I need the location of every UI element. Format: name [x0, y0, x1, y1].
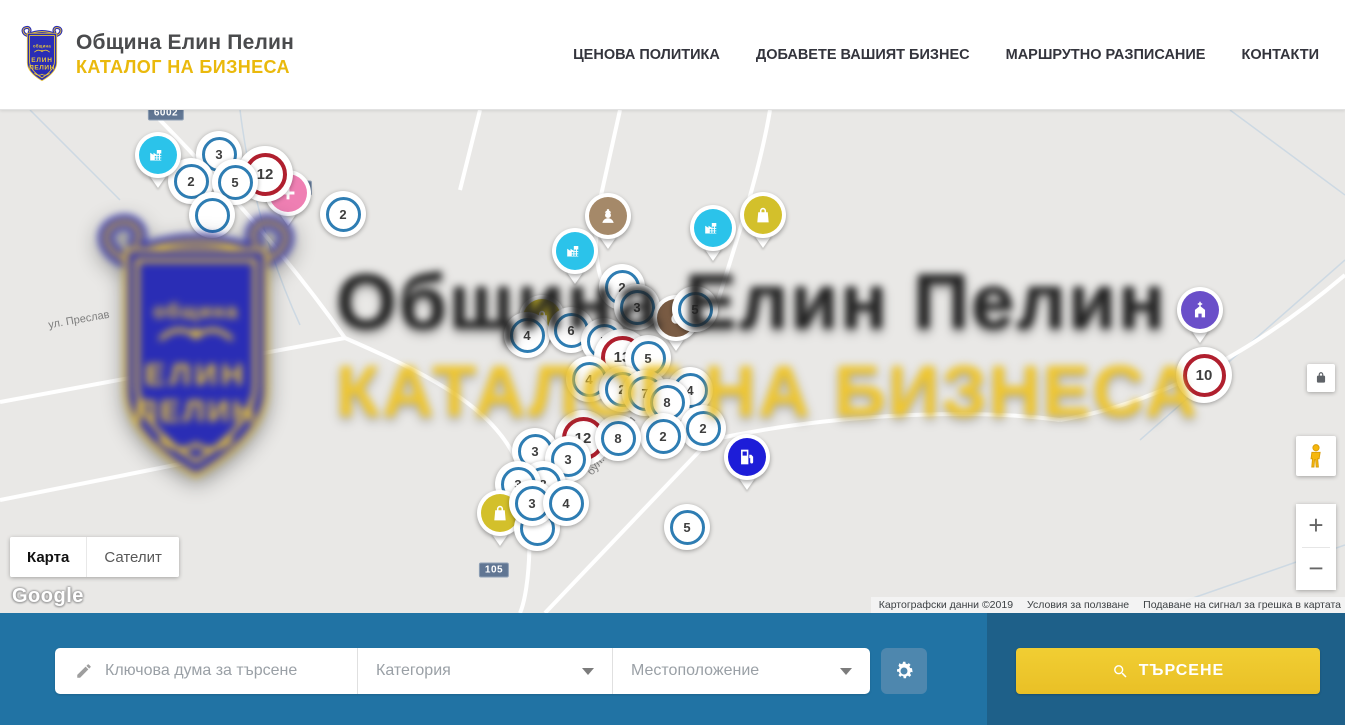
nav-item-1[interactable]: ДОБАВЕТЕ ВАШИЯТ БИЗНЕС	[756, 47, 970, 63]
map-markers: 3 12 2 5 2	[0, 110, 1345, 613]
page: Община Елин Пелин КАТАЛОГ НА БИЗНЕСА ЦЕН…	[0, 0, 1345, 725]
cluster-count: 6	[567, 323, 574, 338]
search-icon	[1112, 663, 1129, 680]
cluster-marker[interactable]	[189, 192, 235, 238]
cluster-marker[interactable]: 2	[640, 413, 686, 459]
google-logo[interactable]: Google	[12, 585, 84, 608]
zoom-in-button[interactable]: +	[1296, 504, 1336, 547]
lock-icon	[1314, 371, 1328, 385]
construction-worker-icon	[597, 205, 619, 227]
factory-icon	[702, 217, 724, 239]
church-icon	[1189, 299, 1211, 321]
cluster-count: 2	[339, 207, 346, 222]
map-attribution: Картографски данни ©2019 Условия за ползв…	[871, 597, 1345, 613]
attribution-link-2[interactable]: Подаване на сигнал за грешка в картата	[1143, 599, 1341, 611]
cluster-count: 5	[231, 175, 238, 190]
cluster-count: 4	[585, 372, 592, 387]
zoom-control: + −	[1296, 504, 1336, 590]
fuel-pump-icon	[736, 446, 758, 468]
search-button-label: ТЪРСЕНЕ	[1139, 662, 1224, 680]
cluster-marker[interactable]: 4	[543, 480, 589, 526]
cluster-marker[interactable]: 5	[672, 286, 718, 332]
lock-button[interactable]	[1307, 364, 1335, 392]
pegman-icon	[1305, 443, 1327, 469]
factory-pin-marker[interactable]	[690, 205, 736, 251]
cluster-marker[interactable]: 5	[664, 504, 710, 550]
factory-pin-marker[interactable]	[135, 132, 181, 178]
location-select[interactable]: Местоположение	[612, 648, 870, 694]
category-select[interactable]: Категория	[357, 648, 612, 694]
cluster-count: 3	[531, 444, 538, 459]
factory-icon	[147, 144, 169, 166]
cluster-count: 5	[691, 302, 698, 317]
cluster-marker[interactable]: 8	[595, 415, 641, 461]
search-button[interactable]: ТЪРСЕНЕ	[1016, 648, 1320, 694]
nav-item-3[interactable]: КОНТАКТИ	[1241, 47, 1319, 63]
cluster-count: 3	[564, 452, 571, 467]
cluster-count: 8	[663, 395, 670, 410]
main-nav: ЦЕНОВА ПОЛИТИКА ДОБАВЕТЕ ВАШИЯТ БИЗНЕС МАР…	[573, 47, 1345, 63]
pencil-icon	[75, 662, 93, 680]
cluster-count: 10	[1196, 367, 1213, 384]
location-select-value: Местоположение	[631, 662, 759, 680]
zoom-out-button[interactable]: −	[1296, 548, 1336, 591]
cluster-count: 2	[187, 174, 194, 189]
chevron-down-icon	[840, 668, 852, 675]
fuel-pin-marker[interactable]	[724, 434, 770, 480]
keyword-field[interactable]	[55, 648, 357, 694]
nav-item-0[interactable]: ЦЕНОВА ПОЛИТИКА	[573, 47, 720, 63]
cluster-count: 3	[528, 496, 535, 511]
cluster-count: 3	[633, 300, 640, 315]
cluster-marker[interactable]: 2	[680, 405, 726, 451]
cluster-marker[interactable]: 2	[320, 191, 366, 237]
cluster-count: 8	[614, 431, 621, 446]
site-title: Община Елин Пелин	[76, 31, 294, 55]
category-select-value: Категория	[376, 662, 451, 680]
shopping-bag-icon	[752, 204, 774, 226]
map-type-control: Карта Сателит	[10, 537, 179, 577]
bag-pin-marker[interactable]	[740, 192, 786, 238]
municipality-crest-icon	[18, 25, 66, 85]
cluster-marker[interactable]: 4	[504, 312, 550, 358]
cluster-count: 2	[699, 421, 706, 436]
cluster-count: 2	[659, 429, 666, 444]
chevron-down-icon	[582, 668, 594, 675]
cluster-count: 4	[523, 328, 530, 343]
factory-pin-marker[interactable]	[552, 228, 598, 274]
map-view-button[interactable]: Карта	[10, 537, 86, 577]
cluster-marker[interactable]: 10	[1176, 347, 1232, 403]
map-data-copyright: Картографски данни ©2019	[879, 599, 1013, 611]
attribution-link-1[interactable]: Условия за ползване	[1027, 599, 1129, 611]
site-logo[interactable]: Община Елин Пелин КАТАЛОГ НА БИЗНЕСА	[0, 25, 294, 85]
cluster-count: 4	[562, 496, 569, 511]
cluster-count: 12	[257, 166, 274, 183]
header: Община Елин Пелин КАТАЛОГ НА БИЗНЕСА ЦЕН…	[0, 0, 1345, 110]
nav-item-2[interactable]: МАРШРУТНО РАЗПИСАНИЕ	[1006, 47, 1206, 63]
site-subtitle: КАТАЛОГ НА БИЗНЕСА	[76, 57, 294, 78]
shopping-bag-icon	[489, 502, 511, 524]
advanced-settings-button[interactable]	[881, 648, 927, 694]
cluster-count: 5	[683, 520, 690, 535]
church-pin-marker[interactable]	[1177, 287, 1223, 333]
factory-icon	[564, 240, 586, 262]
search-fields-group: Категория Местоположение	[55, 648, 870, 694]
keyword-input[interactable]	[105, 662, 357, 680]
cluster-count: 3	[215, 147, 222, 162]
gear-icon	[893, 660, 915, 682]
map-canvas[interactable]: 60021051 ул. Преславбул. „Новосел 3 12 2…	[0, 110, 1345, 613]
pegman-button[interactable]	[1296, 436, 1336, 476]
search-bar: Категория Местоположение ТЪРСЕНЕ	[0, 613, 1345, 725]
satellite-view-button[interactable]: Сателит	[86, 537, 179, 577]
cluster-count: 5	[644, 351, 651, 366]
